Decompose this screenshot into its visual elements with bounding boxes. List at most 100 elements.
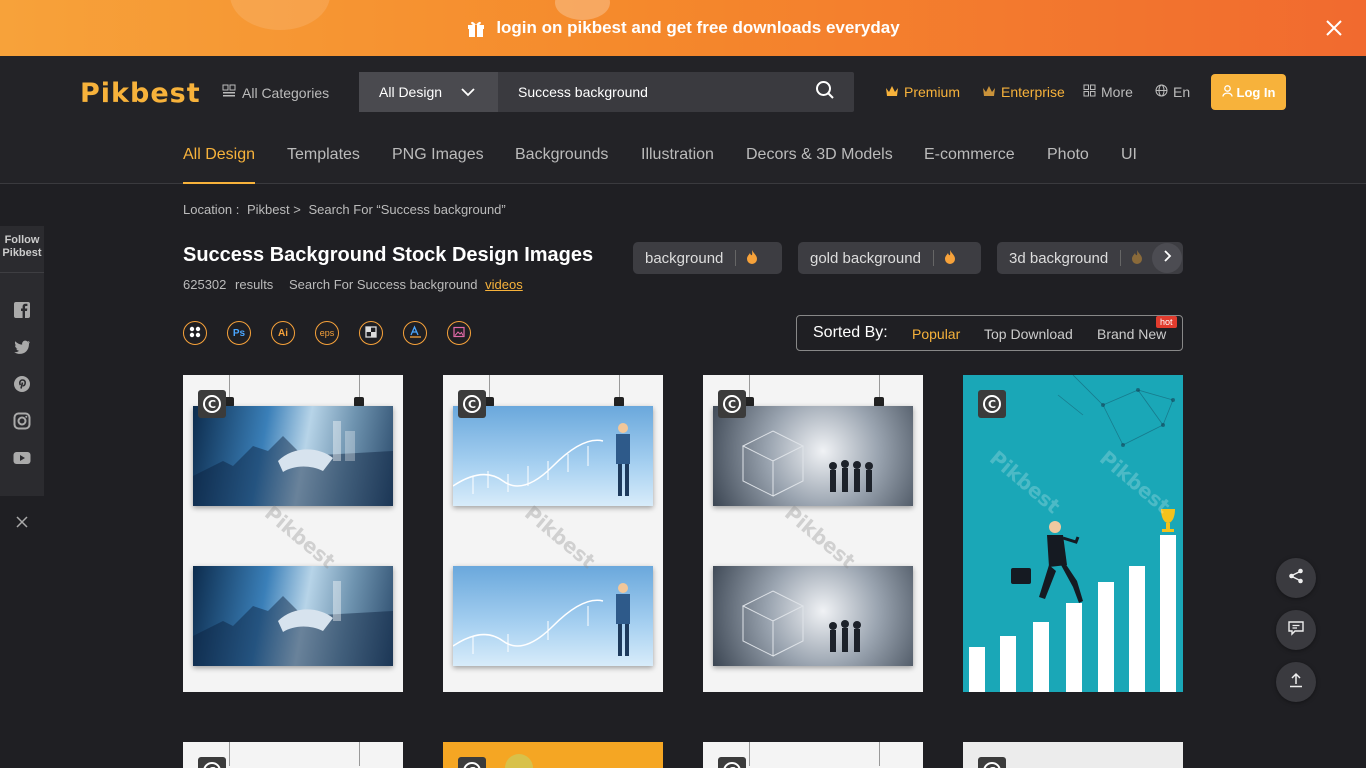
sort-top-download[interactable]: Top Download bbox=[984, 326, 1073, 342]
copyright-badge: C bbox=[198, 390, 226, 418]
sort-brand-new[interactable]: Brand New bbox=[1097, 326, 1166, 342]
result-card[interactable]: C Pikbest bbox=[443, 375, 663, 692]
search-input[interactable] bbox=[498, 72, 796, 112]
ps-label: Ps bbox=[232, 327, 246, 339]
copyright-badge: C bbox=[718, 757, 746, 768]
copyright-icon: C bbox=[463, 762, 481, 768]
login-label: Log In bbox=[1236, 84, 1276, 100]
promo-message[interactable]: login on pikbest and get free downloads … bbox=[466, 18, 900, 38]
share-button[interactable] bbox=[1276, 558, 1316, 598]
breadcrumb: Location : Pikbest > Search For “Success… bbox=[183, 202, 506, 217]
copyright-badge: C bbox=[458, 390, 486, 418]
tab-backgrounds[interactable]: Backgrounds bbox=[515, 146, 608, 184]
sort-popular[interactable]: Popular bbox=[912, 326, 960, 342]
filter-sketch[interactable] bbox=[359, 321, 383, 345]
copyright-badge: C bbox=[198, 757, 226, 768]
breadcrumb-site-link[interactable]: Pikbest > bbox=[247, 202, 301, 217]
upload-icon bbox=[1287, 671, 1305, 694]
related-chip-gold-background[interactable]: gold background bbox=[798, 242, 981, 274]
filter-image[interactable] bbox=[447, 321, 471, 345]
search-icon bbox=[815, 80, 835, 105]
all-categories-menu[interactable]: All Categories bbox=[222, 84, 329, 101]
banner-decoration bbox=[230, 0, 330, 30]
fire-icon bbox=[1131, 249, 1143, 268]
youtube-icon[interactable] bbox=[13, 449, 31, 467]
hanging-string bbox=[229, 742, 230, 766]
instagram-icon[interactable] bbox=[13, 412, 31, 430]
tab-png-images[interactable]: PNG Images bbox=[392, 146, 484, 184]
twitter-icon[interactable] bbox=[13, 338, 31, 356]
result-card[interactable]: C bbox=[963, 742, 1183, 768]
search-button[interactable] bbox=[796, 72, 854, 112]
result-card[interactable]: C bbox=[183, 742, 403, 768]
all-categories-label: All Categories bbox=[242, 84, 330, 101]
result-card[interactable]: C bbox=[443, 742, 663, 768]
grid-icon bbox=[222, 84, 236, 101]
more-label: More bbox=[1101, 84, 1133, 100]
tab-illustration[interactable]: Illustration bbox=[641, 146, 714, 184]
filter-text-effect[interactable] bbox=[403, 321, 427, 345]
close-icon[interactable] bbox=[15, 515, 29, 529]
filter-ps[interactable]: Ps bbox=[227, 321, 251, 345]
sort-selector: Sorted By: Popular Top Download Brand Ne… bbox=[796, 315, 1183, 351]
gift-icon bbox=[466, 18, 486, 38]
copyright-icon: C bbox=[203, 395, 221, 413]
hanging-string bbox=[879, 742, 880, 766]
tab-decors-3d-models[interactable]: Decors & 3D Models bbox=[746, 146, 893, 184]
watermark: Pikbest bbox=[520, 500, 601, 574]
language-selector[interactable]: En bbox=[1155, 84, 1190, 100]
copyright-badge: C bbox=[458, 757, 486, 768]
close-icon[interactable] bbox=[1322, 16, 1346, 40]
image-icon bbox=[453, 326, 465, 341]
filter-all-types[interactable] bbox=[183, 321, 207, 345]
search-type-dropdown[interactable]: All Design bbox=[359, 72, 498, 112]
login-button[interactable]: Log In bbox=[1211, 74, 1286, 110]
tab-all-design[interactable]: All Design bbox=[183, 146, 256, 184]
result-card[interactable]: C Pikbest Pikbest bbox=[963, 375, 1183, 692]
breadcrumb-query: “Success background” bbox=[376, 202, 506, 217]
result-card[interactable]: C bbox=[703, 742, 923, 768]
more-menu[interactable]: More bbox=[1083, 84, 1133, 100]
premium-link[interactable]: Premium bbox=[885, 84, 960, 100]
tab-photo[interactable]: Photo bbox=[1047, 146, 1089, 184]
message-icon bbox=[1287, 619, 1305, 642]
copyright-badge: C bbox=[978, 390, 1006, 418]
site-logo[interactable]: Pikbest bbox=[80, 78, 201, 109]
hanging-string bbox=[359, 742, 360, 766]
enterprise-link[interactable]: Enterprise bbox=[982, 84, 1065, 100]
facebook-icon[interactable] bbox=[13, 301, 31, 319]
chips-next-button[interactable] bbox=[1152, 243, 1182, 273]
results-count: 625302 bbox=[183, 277, 227, 292]
search-bar: All Design bbox=[359, 72, 854, 112]
follow-title-line2: Pikbest bbox=[2, 247, 42, 259]
premium-label: Premium bbox=[904, 84, 961, 100]
hanging-string bbox=[229, 375, 230, 399]
watermark: Pikbest bbox=[260, 500, 341, 574]
copyright-icon: C bbox=[463, 395, 481, 413]
tab-templates[interactable]: Templates bbox=[287, 146, 360, 184]
copyright-badge: C bbox=[978, 757, 1006, 768]
copyright-badge: C bbox=[718, 390, 746, 418]
filter-ai[interactable]: Ai bbox=[271, 321, 295, 345]
promo-banner[interactable]: login on pikbest and get free downloads … bbox=[0, 0, 1366, 56]
thumbnail-image bbox=[193, 406, 393, 506]
all-types-icon bbox=[189, 326, 201, 341]
pinterest-icon[interactable] bbox=[13, 375, 31, 393]
back-to-top-button[interactable] bbox=[1276, 662, 1316, 702]
filter-eps[interactable]: eps bbox=[315, 321, 339, 345]
tab-ui[interactable]: UI bbox=[1121, 146, 1137, 184]
copyright-icon: C bbox=[203, 762, 221, 768]
related-chip-background[interactable]: background bbox=[633, 242, 782, 274]
result-card[interactable]: C Pikbest bbox=[703, 375, 923, 692]
follow-title-line1: Follow bbox=[4, 234, 40, 246]
breadcrumb-search-label: Search For bbox=[308, 202, 373, 217]
videos-link[interactable]: videos bbox=[485, 277, 523, 292]
thumbnail-image bbox=[453, 566, 653, 666]
eps-label: eps bbox=[319, 328, 335, 338]
feedback-button[interactable] bbox=[1276, 610, 1316, 650]
tab-e-commerce[interactable]: E-commerce bbox=[924, 146, 1015, 184]
thumbnail-image bbox=[969, 375, 1176, 692]
search-type-label: All Design bbox=[379, 84, 443, 100]
result-card[interactable]: C Pikbest bbox=[183, 375, 403, 692]
decoration bbox=[505, 754, 533, 768]
